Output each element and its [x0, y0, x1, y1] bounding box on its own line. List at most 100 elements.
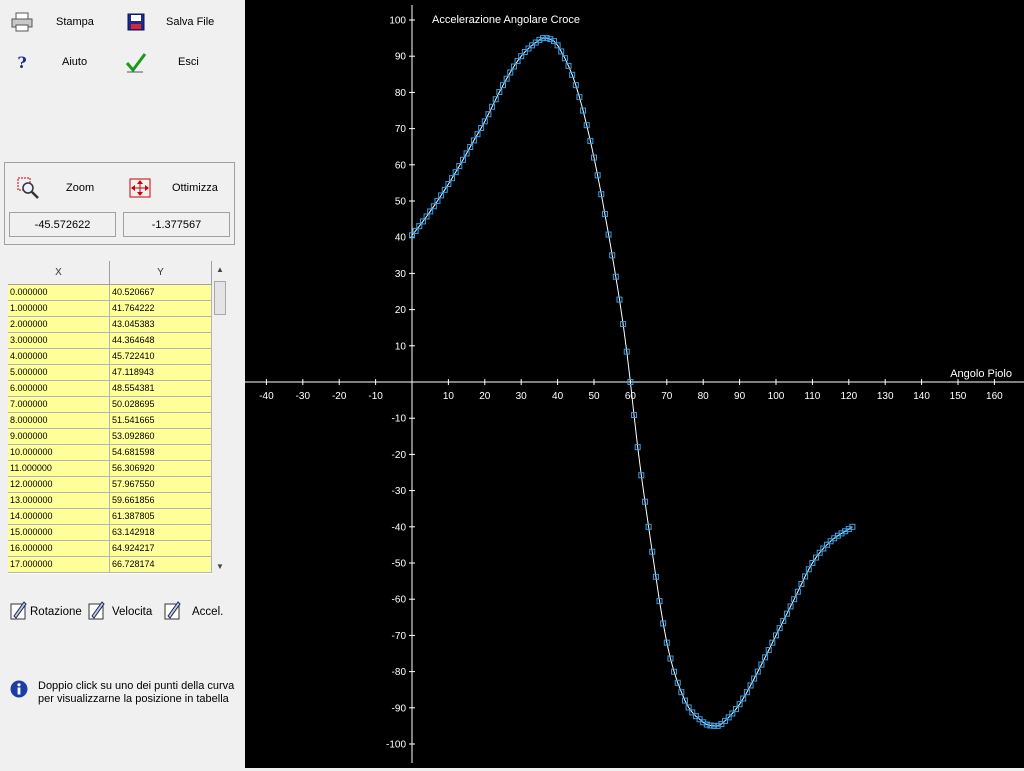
exit-button[interactable]: Esci	[124, 50, 234, 74]
table-cell-x[interactable]: 5.000000	[8, 365, 110, 381]
scroll-thumb[interactable]	[214, 281, 226, 315]
table-cell-x[interactable]: 8.000000	[8, 413, 110, 429]
table-cell-y[interactable]: 41.764222	[110, 301, 212, 317]
help-button[interactable]: ? Aiuto	[10, 50, 110, 74]
table-cell-y[interactable]: 40.520667	[110, 285, 212, 301]
table-row[interactable]: 1.000000 41.764222	[8, 301, 212, 317]
table-cell-y[interactable]: 51.541665	[110, 413, 212, 429]
control-panel: Stampa Salva File ? Aiuto Esci Zoom Otti…	[0, 0, 244, 768]
x-tick-label: 40	[552, 391, 564, 402]
y-tick-label: 40	[395, 233, 407, 244]
table-row[interactable]: 15.000000 63.142918	[8, 525, 212, 541]
table-cell-y[interactable]: 47.118943	[110, 365, 212, 381]
pencil-chart-icon	[88, 600, 106, 623]
question-mark-icon: ?	[17, 52, 27, 72]
table-cell-y[interactable]: 59.661856	[110, 493, 212, 509]
info-hint: Doppio click su uno dei punti della curv…	[10, 680, 240, 706]
table-cell-x[interactable]: 17.000000	[8, 557, 110, 573]
table-cell-x[interactable]: 1.000000	[8, 301, 110, 317]
info-icon	[10, 680, 28, 706]
table-cell-x[interactable]: 15.000000	[8, 525, 110, 541]
plot-area[interactable]: -40 -30 -20 -10 10 20 30 40 50 60 70 80 90 100 110 120 1…	[245, 0, 1024, 768]
acceleration-chart[interactable]: -40 -30 -20 -10 10 20 30 40 50 60 70 80 90 100 110 120 1…	[245, 0, 1024, 768]
y-tick-label: -70	[392, 631, 407, 642]
y-tick-label: 60	[395, 160, 407, 171]
table-cell-y[interactable]: 43.045383	[110, 317, 212, 333]
rotation-mode-label: Rotazione	[30, 605, 82, 618]
table-row[interactable]: 4.000000 45.722410	[8, 349, 212, 365]
column-header-x[interactable]: X	[8, 261, 110, 285]
print-button[interactable]: Stampa	[10, 10, 110, 34]
print-label: Stampa	[56, 16, 94, 28]
table-scrollbar[interactable]: ▲ ▼	[212, 261, 228, 574]
save-file-button[interactable]: Salva File	[124, 10, 234, 34]
table-row[interactable]: 6.000000 48.554381	[8, 381, 212, 397]
table-row[interactable]: 7.000000 50.028695	[8, 397, 212, 413]
x-tick-label: -10	[368, 391, 383, 402]
table-cell-x[interactable]: 2.000000	[8, 317, 110, 333]
table-row[interactable]: 17.000000 66.728174	[8, 557, 212, 573]
table-cell-y[interactable]: 57.967550	[110, 477, 212, 493]
table-cell-y[interactable]: 53.092860	[110, 429, 212, 445]
x-tick-label: 120	[840, 391, 857, 402]
table-cell-y[interactable]: 64.924217	[110, 541, 212, 557]
table-cell-x[interactable]: 11.000000	[8, 461, 110, 477]
table-cell-y[interactable]: 56.306920	[110, 461, 212, 477]
table-row[interactable]: 13.000000 59.661856	[8, 493, 212, 509]
y-tick-label: 80	[395, 88, 407, 99]
data-table[interactable]: X Y 0.000000 40.520667 1.000000 41.764222 2.…	[8, 261, 228, 574]
x-tick-label: 100	[768, 391, 785, 402]
table-cell-y[interactable]: 61.387805	[110, 509, 212, 525]
table-row[interactable]: 0.000000 40.520667	[8, 285, 212, 301]
table-row[interactable]: 5.000000 47.118943	[8, 365, 212, 381]
x-tick-label: 80	[698, 391, 710, 402]
cursor-x-readout: -45.572622	[9, 212, 116, 237]
velocity-mode-button[interactable]: Velocita	[88, 600, 152, 623]
table-row[interactable]: 2.000000 43.045383	[8, 317, 212, 333]
table-cell-x[interactable]: 14.000000	[8, 509, 110, 525]
y-tick-label: -40	[392, 522, 407, 533]
x-axis-label: Angolo Piolo	[950, 368, 1012, 380]
table-row[interactable]: 14.000000 61.387805	[8, 509, 212, 525]
table-row[interactable]: 9.000000 53.092860	[8, 429, 212, 445]
x-tick-label: 130	[877, 391, 894, 402]
table-cell-y[interactable]: 50.028695	[110, 397, 212, 413]
table-cell-x[interactable]: 10.000000	[8, 445, 110, 461]
save-file-label: Salva File	[166, 16, 215, 28]
scroll-up-arrow-icon[interactable]: ▲	[212, 261, 228, 277]
table-cell-x[interactable]: 4.000000	[8, 349, 110, 365]
table-cell-x[interactable]: 9.000000	[8, 429, 110, 445]
pencil-chart-icon	[164, 600, 182, 623]
table-row[interactable]: 11.000000 56.306920	[8, 461, 212, 477]
table-cell-x[interactable]: 6.000000	[8, 381, 110, 397]
column-header-y[interactable]: Y	[110, 261, 212, 285]
table-row[interactable]: 3.000000 44.364648	[8, 333, 212, 349]
table-cell-x[interactable]: 3.000000	[8, 333, 110, 349]
x-tick-label: 10	[443, 391, 455, 402]
table-cell-y[interactable]: 54.681598	[110, 445, 212, 461]
x-tick-label: 30	[516, 391, 528, 402]
table-cell-x[interactable]: 16.000000	[8, 541, 110, 557]
table-row[interactable]: 16.000000 64.924217	[8, 541, 212, 557]
scroll-down-arrow-icon[interactable]: ▼	[212, 558, 228, 574]
table-row[interactable]: 10.000000 54.681598	[8, 445, 212, 461]
printer-icon	[10, 10, 34, 34]
y-tick-label: -20	[392, 450, 407, 461]
table-cell-y[interactable]: 44.364648	[110, 333, 212, 349]
table-cell-x[interactable]: 13.000000	[8, 493, 110, 509]
table-cell-x[interactable]: 7.000000	[8, 397, 110, 413]
table-cell-y[interactable]: 63.142918	[110, 525, 212, 541]
optimize-button[interactable]: Ottimizza	[128, 176, 228, 200]
accel-mode-button[interactable]: Accel.	[164, 600, 223, 623]
table-row[interactable]: 8.000000 51.541665	[8, 413, 212, 429]
table-cell-y[interactable]: 66.728174	[110, 557, 212, 573]
x-tick-label: 140	[913, 391, 930, 402]
rotation-mode-button[interactable]: Rotazione	[10, 600, 82, 623]
table-cell-x[interactable]: 0.000000	[8, 285, 110, 301]
table-cell-y[interactable]: 45.722410	[110, 349, 212, 365]
table-row[interactable]: 12.000000 57.967550	[8, 477, 212, 493]
zoom-button[interactable]: Zoom	[16, 176, 116, 200]
y-tick-label: 50	[395, 197, 407, 208]
table-cell-x[interactable]: 12.000000	[8, 477, 110, 493]
table-cell-y[interactable]: 48.554381	[110, 381, 212, 397]
